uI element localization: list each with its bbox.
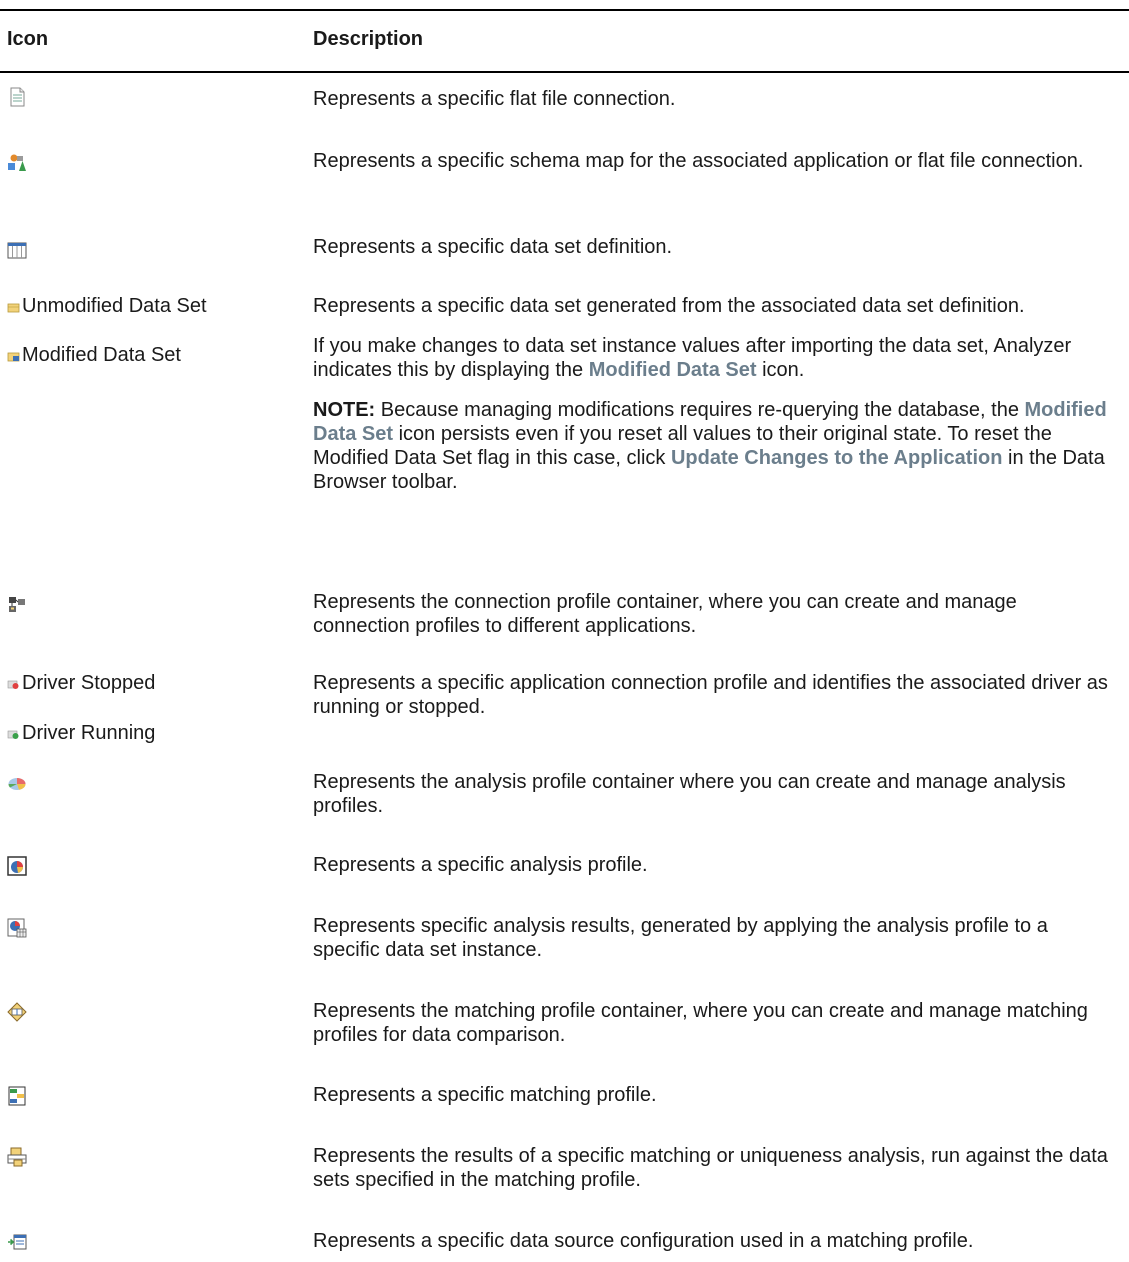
table-top-rule — [0, 9, 1129, 11]
row-description: Represents the matching profile containe… — [313, 1000, 1088, 1046]
matching-results-icon — [7, 1147, 27, 1167]
matching-profile-icon — [7, 1086, 27, 1106]
connection-profile-container-icon — [7, 595, 27, 615]
row-description: Represents a specific matching profile. — [313, 1084, 657, 1106]
column-header-icon: Icon — [7, 28, 49, 50]
row-description: Represents the connection profile contai… — [313, 591, 1017, 637]
modified-data-set-icon — [7, 349, 20, 362]
row-description-detail: If you make changes to data set instance… — [313, 335, 1072, 381]
row-description: Represents a specific schema map for the… — [313, 150, 1084, 172]
unmodified-data-set-label: Unmodified Data Set — [7, 294, 207, 318]
column-header-description: Description — [313, 28, 424, 50]
row-description: Represents a specific data set definitio… — [313, 236, 673, 258]
row-description: Represents a specific flat file connecti… — [313, 88, 676, 110]
row-description: Represents a specific data set generated… — [313, 294, 1113, 494]
modified-data-set-link[interactable]: Modified Data Set — [589, 359, 757, 381]
driver-running-label: Driver Running — [7, 721, 155, 745]
update-changes-link[interactable]: Update Changes to the Application — [671, 447, 1003, 469]
analysis-profile-container-icon — [7, 773, 27, 793]
row-description: Represents a specific data source config… — [313, 1230, 974, 1252]
row-description: Represents the results of a specific mat… — [313, 1145, 1108, 1191]
driver-running-icon — [7, 727, 20, 740]
row-description: Represents the analysis profile containe… — [313, 771, 1066, 817]
flat-file-connection-icon — [7, 87, 27, 107]
row-description-main: Represents a specific data set generated… — [313, 295, 1025, 317]
data-set-definition-icon — [7, 240, 27, 260]
row-description: Represents a specific analysis profile. — [313, 854, 648, 876]
table-header-rule — [0, 71, 1129, 73]
row-description: Represents specific analysis results, ge… — [313, 915, 1048, 961]
modified-data-set-label: Modified Data Set — [7, 343, 181, 367]
driver-stopped-icon — [7, 677, 20, 690]
analysis-profile-icon — [7, 856, 27, 876]
row-description: Represents a specific application connec… — [313, 672, 1108, 718]
analysis-results-icon — [7, 918, 27, 938]
note-label: NOTE: — [313, 399, 376, 421]
unmodified-data-set-icon — [7, 300, 20, 313]
driver-stopped-label: Driver Stopped — [7, 671, 155, 695]
matching-profile-container-icon — [7, 1002, 27, 1022]
data-source-configuration-icon — [7, 1232, 27, 1252]
schema-map-icon — [7, 153, 27, 173]
row-note: NOTE: Because managing modifications req… — [313, 399, 1107, 493]
